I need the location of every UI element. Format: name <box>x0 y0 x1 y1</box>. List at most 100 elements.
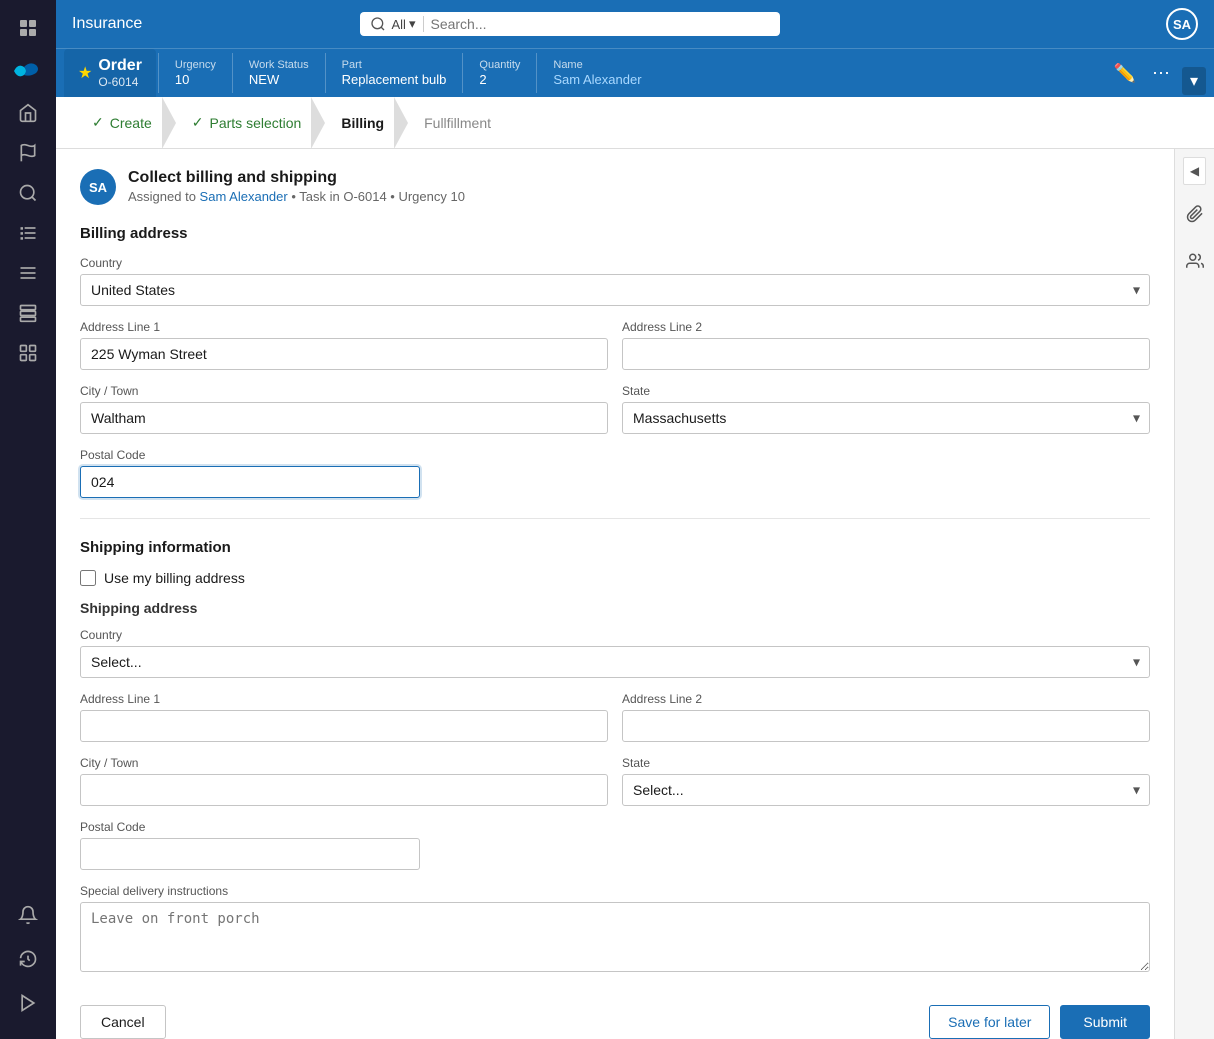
shipping-postal-label: Postal Code <box>80 820 420 834</box>
billing-address1-input[interactable] <box>80 338 608 370</box>
shipping-country-group: Country Select... United States Canada U… <box>80 628 1150 678</box>
billing-address2-input[interactable] <box>622 338 1150 370</box>
billing-postal-label: Postal Code <box>80 448 420 462</box>
sidebar-bottom <box>8 895 48 1031</box>
sidebar-item-list1[interactable] <box>8 213 48 253</box>
billing-state-group: State Massachusetts California New York … <box>622 384 1150 434</box>
shipping-address1-input[interactable] <box>80 710 608 742</box>
grid-icon[interactable] <box>8 8 48 53</box>
right-panel: ◀ <box>1174 149 1214 1039</box>
shipping-state-label: State <box>622 756 1150 770</box>
part-value: Replacement bulb <box>342 72 447 87</box>
sidebar-item-explore[interactable] <box>8 173 48 213</box>
shipping-city-label: City / Town <box>80 756 608 770</box>
sidebar-notifications[interactable] <box>8 895 48 935</box>
cancel-button[interactable]: Cancel <box>80 1005 166 1039</box>
sidebar-item-home[interactable] <box>8 93 48 133</box>
step-create[interactable]: ✓ Create <box>72 114 172 131</box>
shipping-city-input[interactable] <box>80 774 608 806</box>
billing-city-group: City / Town <box>80 384 608 434</box>
pega-logo <box>6 53 50 89</box>
task-info: Collect billing and shipping Assigned to… <box>128 169 465 204</box>
save-button[interactable]: Save for later <box>929 1005 1050 1039</box>
task-header: SA Collect billing and shipping Assigned… <box>80 169 1150 205</box>
progress-bar: ✓ Create ✓ Parts selection Billing Fullf… <box>56 97 1214 149</box>
order-tab[interactable]: ★ Order O-6014 <box>64 49 156 97</box>
shipping-country-select-wrapper: Select... United States Canada United Ki… <box>80 646 1150 678</box>
billing-address-row: Address Line 1 Address Line 2 <box>80 320 1150 370</box>
assignee-link[interactable]: Sam Alexander <box>200 189 288 204</box>
shipping-state-select-wrapper: Select... Massachusetts California New Y… <box>622 774 1150 806</box>
shipping-country-select[interactable]: Select... United States Canada United Ki… <box>80 646 1150 678</box>
shipping-state-select[interactable]: Select... Massachusetts California New Y… <box>622 774 1150 806</box>
billing-city-state-row: City / Town State Massachusetts Californ… <box>80 384 1150 434</box>
billing-address1-group: Address Line 1 <box>80 320 608 370</box>
shipping-state-group: State Select... Massachusetts California… <box>622 756 1150 806</box>
order-meta: Urgency 10 Work Status NEW Part Replacem… <box>158 49 1102 97</box>
billing-state-select[interactable]: Massachusetts California New York Texas <box>622 402 1150 434</box>
search-bar[interactable]: All ▾ <box>360 12 780 36</box>
app-name: Insurance <box>72 15 142 33</box>
shipping-postal-input[interactable] <box>80 838 420 870</box>
step-create-check: ✓ <box>92 114 104 131</box>
shipping-city-group: City / Town <box>80 756 608 806</box>
delivery-instructions-input[interactable] <box>80 902 1150 972</box>
footer-right-buttons: Save for later Submit <box>929 1005 1150 1039</box>
shipping-address2-group: Address Line 2 <box>622 692 1150 742</box>
sidebar-item-list2[interactable] <box>8 253 48 293</box>
use-billing-checkbox[interactable] <box>80 570 96 586</box>
name-link[interactable]: Sam Alexander <box>553 72 641 87</box>
billing-city-label: City / Town <box>80 384 608 398</box>
search-input[interactable] <box>430 16 769 32</box>
sidebar-item-flag[interactable] <box>8 133 48 173</box>
step-parts-check: ✓ <box>192 114 204 131</box>
name-value: Sam Alexander <box>553 72 641 87</box>
shipping-address1-label: Address Line 1 <box>80 692 608 706</box>
name-label: Name <box>553 59 641 71</box>
submit-button[interactable]: Submit <box>1060 1005 1150 1039</box>
task-avatar: SA <box>80 169 116 205</box>
sidebar-history[interactable] <box>8 939 48 979</box>
shipping-country-label: Country <box>80 628 1150 642</box>
edit-button[interactable]: ✏️ <box>1110 59 1140 88</box>
user-avatar[interactable]: SA <box>1166 8 1198 40</box>
billing-city-input[interactable] <box>80 402 608 434</box>
urgency-value: 10 <box>175 72 216 87</box>
sidebar-item-list4[interactable] <box>8 333 48 373</box>
panel-collapse-button[interactable]: ◀ <box>1183 157 1206 185</box>
step-billing-label: Billing <box>341 115 384 131</box>
shipping-city-state-row: City / Town State Select... Massachusett… <box>80 756 1150 806</box>
sidebar-play[interactable] <box>8 983 48 1023</box>
search-filter[interactable]: All ▾ <box>392 16 425 32</box>
form-footer: Cancel Save for later Submit <box>80 989 1150 1039</box>
order-dropdown-button[interactable]: ▾ <box>1182 67 1206 95</box>
urgency-label: Urgency <box>175 59 216 71</box>
meta-work-status: Work Status NEW <box>232 53 325 93</box>
billing-section-heading: Billing address <box>80 225 1150 242</box>
use-billing-label[interactable]: Use my billing address <box>104 570 245 586</box>
sidebar <box>0 0 56 1039</box>
sidebar-item-list3[interactable] <box>8 293 48 333</box>
delivery-instructions-group: Special delivery instructions <box>80 884 1150 975</box>
quantity-value: 2 <box>479 72 520 87</box>
meta-urgency: Urgency 10 <box>158 53 232 93</box>
shipping-address2-label: Address Line 2 <box>622 692 1150 706</box>
main-area: Insurance All ▾ SA ★ Order O-6014 Urgenc… <box>56 0 1214 1039</box>
search-filter-label: All <box>392 17 406 32</box>
panel-user-icon[interactable] <box>1178 244 1212 283</box>
panel-attachment-icon[interactable] <box>1178 197 1212 236</box>
step-parts[interactable]: ✓ Parts selection <box>172 114 322 131</box>
billing-postal-group: Postal Code <box>80 448 420 498</box>
order-id: O-6014 <box>98 75 142 89</box>
step-billing[interactable]: Billing <box>321 115 404 131</box>
more-button[interactable]: ⋯ <box>1148 59 1174 88</box>
billing-country-select[interactable]: United States Canada United Kingdom <box>80 274 1150 306</box>
order-info: Order O-6014 <box>98 57 142 89</box>
step-fulfillment[interactable]: Fullfillment <box>404 115 511 131</box>
order-header-actions: ✏️ ⋯ <box>1102 49 1182 97</box>
meta-quantity: Quantity 2 <box>462 53 536 93</box>
shipping-address2-input[interactable] <box>622 710 1150 742</box>
shipping-section-heading: Shipping information <box>80 539 1150 556</box>
billing-postal-input[interactable] <box>80 466 420 498</box>
shipping-address-container: Shipping address Country Select... Unite… <box>80 600 1150 975</box>
